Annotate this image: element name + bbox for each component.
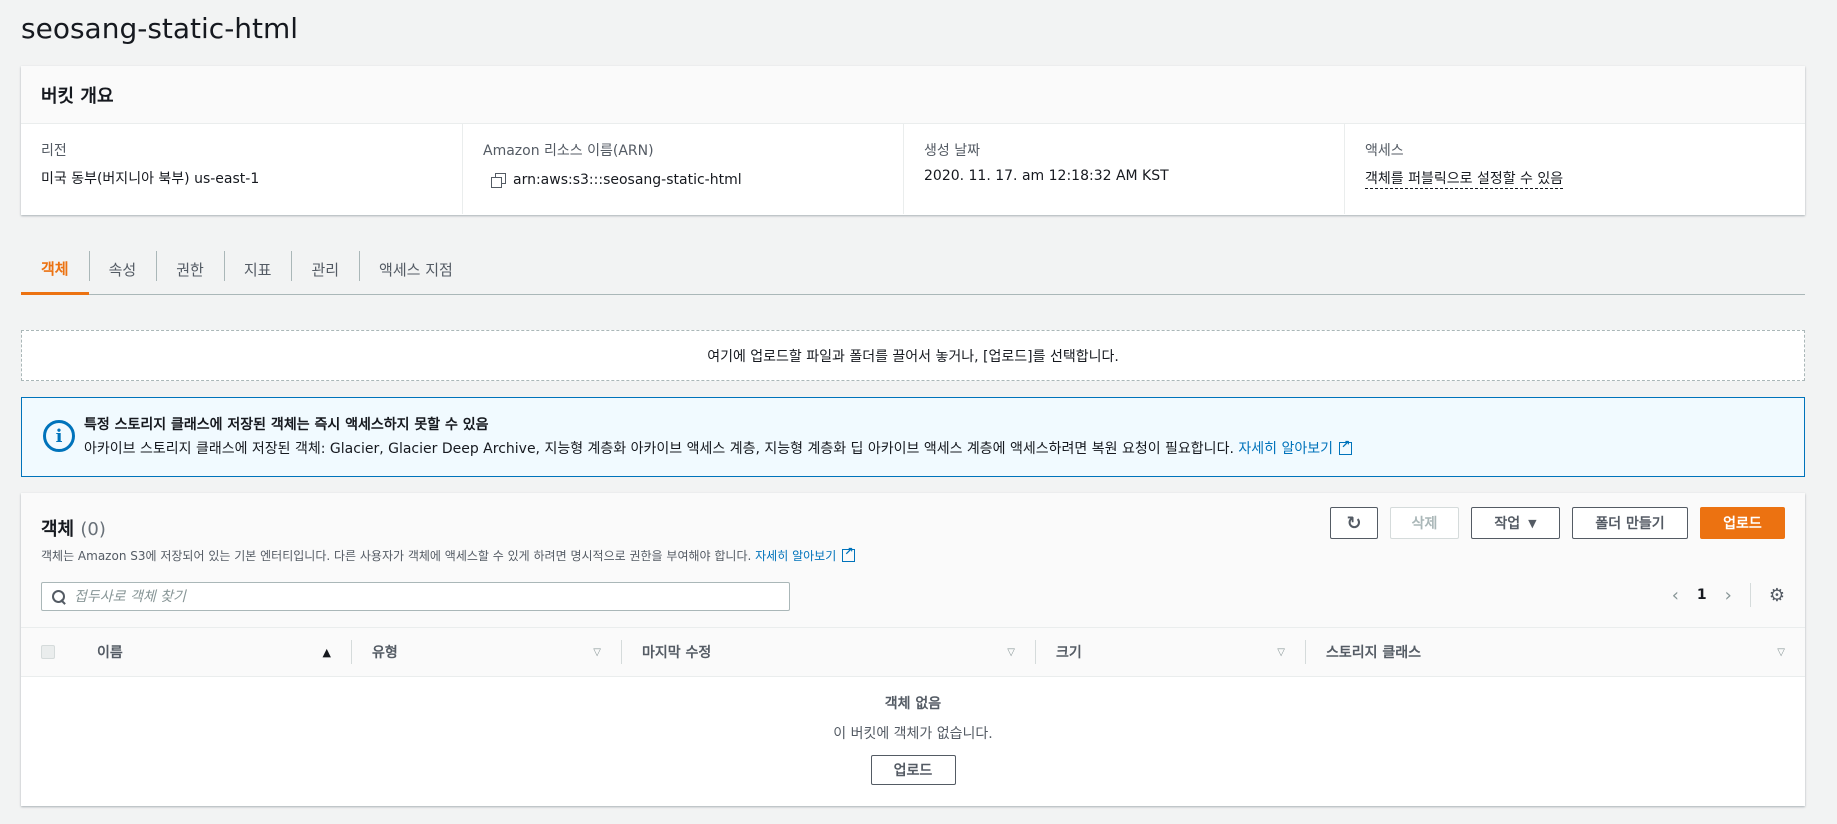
column-size[interactable]: 크기 ▽ — [1035, 640, 1305, 664]
arn-label: Amazon 리소스 이름(ARN) — [483, 143, 654, 159]
upload-dropzone[interactable]: 여기에 업로드할 파일과 폴더를 끌어서 놓거나, [업로드]를 선택합니다. — [21, 330, 1805, 381]
info-body-text: 아카이브 스토리지 클래스에 저장된 객체: Glacier, Glacier … — [84, 441, 1234, 457]
column-name[interactable]: 이름 ▲ — [77, 640, 351, 664]
sort-icon: ▽ — [1277, 646, 1285, 658]
access-column: 액세스 객체를 퍼블릭으로 설정할 수 있음 — [1344, 124, 1785, 214]
tab-permissions[interactable]: 권한 — [156, 245, 224, 294]
sort-icon: ▽ — [593, 646, 601, 658]
sort-icon: ▽ — [1777, 646, 1785, 658]
column-storage-class[interactable]: 스토리지 클래스 ▽ — [1305, 640, 1805, 664]
bucket-overview: 버킷 개요 리전 미국 동부(버지니아 북부) us-east-1 Amazon… — [21, 66, 1805, 215]
actions-button[interactable]: 작업 ▼ — [1471, 507, 1560, 539]
previous-page-icon[interactable]: ‹ — [1672, 585, 1679, 606]
create-folder-button[interactable]: 폴더 만들기 — [1572, 507, 1688, 539]
delete-button[interactable]: 삭제 — [1390, 507, 1459, 539]
pagination: ‹ 1 › ⚙ — [1672, 583, 1785, 607]
access-label: 액세스 — [1365, 143, 1404, 159]
objects-learn-more-link[interactable]: 자세히 알아보기 — [755, 545, 856, 563]
table-header: 이름 ▲ 유형 ▽ 마지막 수정 ▽ 크기 ▽ 스토리지 클래스 ▽ — [21, 628, 1805, 677]
objects-panel: 객체 (0) 객체는 Amazon S3에 저장되어 있는 기본 엔터티입니다.… — [21, 493, 1805, 806]
search-icon — [52, 589, 66, 604]
created-label: 생성 날짜 — [924, 143, 980, 159]
empty-title: 객체 없음 — [884, 696, 942, 712]
objects-description: 객체는 Amazon S3에 저장되어 있는 기본 엔터티입니다. 다른 사용자… — [41, 545, 856, 564]
gear-icon[interactable]: ⚙ — [1769, 585, 1785, 606]
tab-properties[interactable]: 속성 — [88, 245, 157, 294]
tab-management[interactable]: 관리 — [291, 245, 359, 294]
region-label: 리전 — [41, 143, 67, 159]
select-all-checkbox[interactable] — [41, 645, 55, 659]
upload-button[interactable]: 업로드 — [1700, 507, 1785, 539]
search-box — [41, 582, 790, 611]
tab-objects[interactable]: 객체 — [21, 245, 89, 295]
tab-access-points[interactable]: 액세스 지점 — [359, 245, 473, 294]
copy-icon[interactable] — [491, 173, 506, 188]
refresh-button[interactable]: ↻ — [1330, 507, 1378, 539]
external-link-icon — [842, 545, 856, 562]
column-type[interactable]: 유형 ▽ — [351, 640, 621, 664]
objects-title: 객체 (0) — [41, 519, 106, 540]
empty-state: 객체 없음 이 버킷에 객체가 없습니다. 업로드 — [21, 677, 1805, 785]
region-value: 미국 동부(버지니아 북부) us-east-1 — [41, 171, 260, 187]
empty-text: 이 버킷에 객체가 없습니다. — [833, 726, 993, 742]
info-learn-more-link[interactable]: 자세히 알아보기 — [1238, 438, 1352, 457]
arn-value: arn:aws:s3:::seosang-static-html — [513, 172, 742, 188]
tab-metrics[interactable]: 지표 — [223, 245, 292, 294]
search-input[interactable] — [74, 588, 754, 605]
info-title: 특정 스토리지 클래스에 저장된 객체는 즉시 액세스하지 못할 수 있음 — [84, 417, 489, 433]
overview-heading: 버킷 개요 — [21, 66, 1805, 124]
access-value[interactable]: 객체를 퍼블릭으로 설정할 수 있음 — [1365, 171, 1564, 189]
column-modified[interactable]: 마지막 수정 ▽ — [621, 640, 1035, 664]
info-icon: i — [43, 420, 75, 452]
sort-icon: ▽ — [1007, 646, 1015, 658]
next-page-icon[interactable]: › — [1725, 585, 1732, 606]
current-page[interactable]: 1 — [1697, 587, 1707, 603]
select-all-cell — [21, 645, 77, 659]
arn-column: Amazon 리소스 이름(ARN) arn:aws:s3:::seosang-… — [462, 124, 903, 214]
created-value: 2020. 11. 17. am 12:18:32 AM KST — [924, 168, 1169, 184]
bucket-tabs: 객체 속성 권한 지표 관리 액세스 지점 — [21, 245, 1805, 295]
objects-count: (0) — [80, 519, 106, 540]
info-body: 아카이브 스토리지 클래스에 저장된 객체: Glacier, Glacier … — [84, 438, 1784, 458]
empty-upload-button[interactable]: 업로드 — [870, 755, 956, 785]
external-link-icon — [1338, 438, 1352, 455]
sort-ascending-icon: ▲ — [322, 645, 331, 659]
refresh-icon: ↻ — [1346, 512, 1362, 534]
region-column: 리전 미국 동부(버지니아 북부) us-east-1 — [21, 124, 462, 214]
created-column: 생성 날짜 2020. 11. 17. am 12:18:32 AM KST — [903, 124, 1344, 214]
storage-class-info-alert: i 특정 스토리지 클래스에 저장된 객체는 즉시 액세스하지 못할 수 있음 … — [21, 397, 1805, 477]
page-title: seosang-static-html — [21, 12, 299, 45]
caret-down-icon: ▼ — [1528, 516, 1537, 530]
